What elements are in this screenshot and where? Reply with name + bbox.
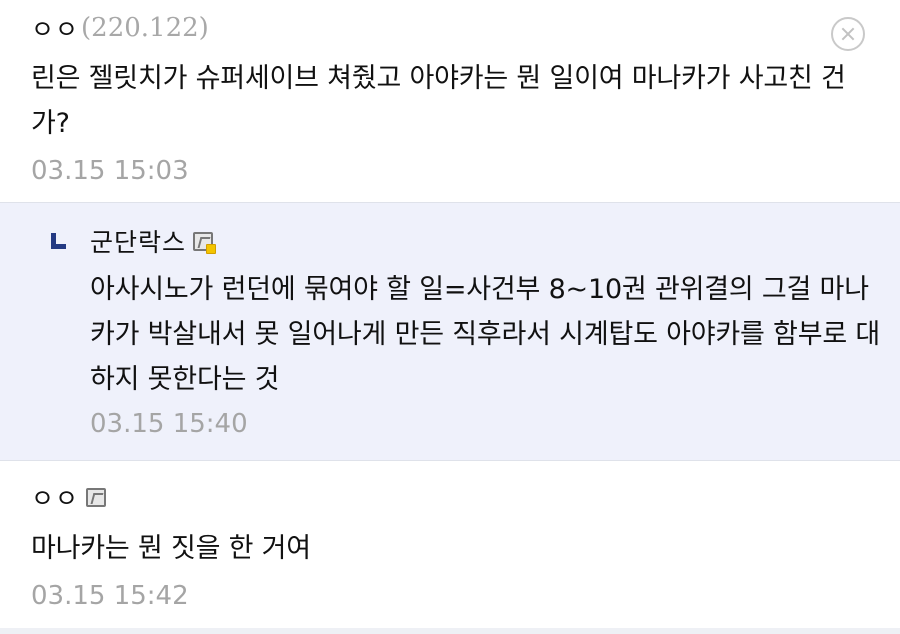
reply-arrow-icon: [48, 232, 66, 250]
fixed-nickname-icon: [193, 231, 217, 254]
comment-text: 마나카는 뭔 짓을 한 거여: [31, 533, 311, 564]
comment-thread: ㅇㅇ (220.122) 린은 젤릿치가 슈퍼세이브 쳐줬고 아야카는 뭔 일이…: [0, 0, 900, 634]
reply-text: 아사시노가 런던에 묶여야 할 일=사건부 8~10권 관위결의 그걸 마나카가…: [90, 274, 881, 395]
reply-item: 군단락스 아사시노가 런던에 묶여야 할 일=사건부 8~10권 관위결의 그걸…: [0, 203, 900, 461]
comment-ip: (220.122): [81, 13, 209, 43]
reply-author[interactable]: 군단락스: [90, 223, 186, 259]
comment-header: ㅇㅇ: [31, 479, 900, 515]
comment-date: 03.15 15:42: [31, 581, 189, 611]
comment-author[interactable]: ㅇㅇ: [31, 479, 79, 515]
comment-header: ㅇㅇ (220.122): [31, 10, 900, 46]
comment-item: ㅇㅇ (220.122) 린은 젤릿치가 슈퍼세이브 쳐줬고 아야카는 뭔 일이…: [0, 0, 900, 203]
nickname-icon: [86, 487, 107, 507]
close-circle-icon[interactable]: [831, 17, 865, 51]
reply-date: 03.15 15:40: [90, 409, 248, 439]
comment-date: 03.15 15:03: [31, 156, 189, 186]
reply-header: 군단락스: [48, 221, 900, 261]
comment-text: 린은 젤릿치가 슈퍼세이브 쳐줬고 아야카는 뭔 일이여 마나카가 사고친 건가…: [31, 63, 846, 139]
comment-item: ㅇㅇ 마나카는 뭔 짓을 한 거여 03.15 15:42: [0, 461, 900, 627]
bottom-divider: [0, 628, 900, 634]
comment-author[interactable]: ㅇㅇ: [31, 10, 79, 46]
